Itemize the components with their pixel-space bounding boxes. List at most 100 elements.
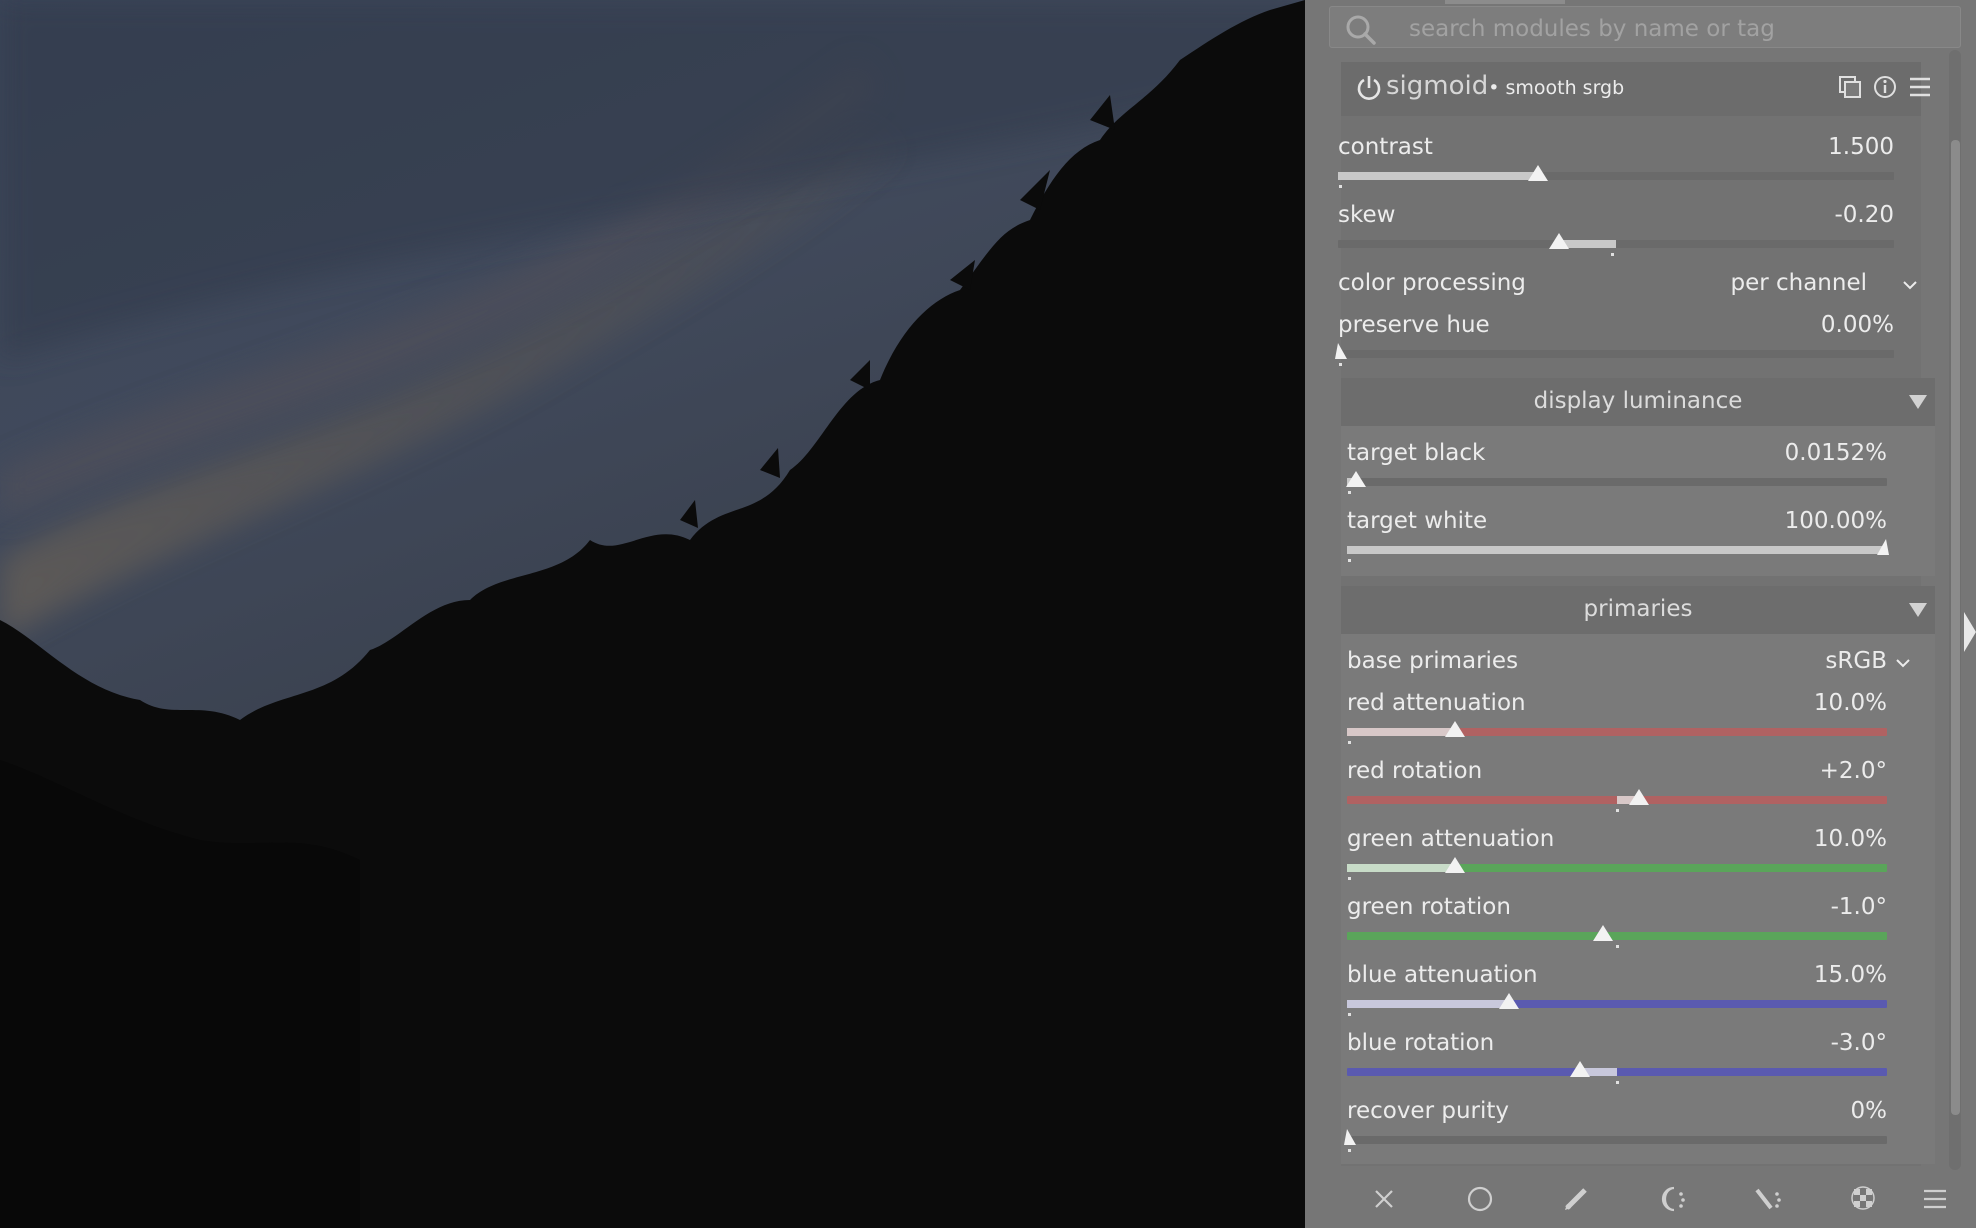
circle-icon[interactable] (1465, 1184, 1495, 1218)
green-rotation-default-tick (1616, 945, 1619, 948)
target-black-default-tick (1348, 491, 1351, 494)
preserve-hue-value[interactable]: 0.00% (1821, 312, 1894, 338)
color-processing-dropdown[interactable]: color processing per channel (1338, 270, 1894, 300)
skew-row[interactable]: skew -0.20 (1338, 202, 1894, 232)
skew-label: skew (1338, 202, 1396, 228)
contrast-value[interactable]: 1.500 (1828, 134, 1894, 160)
module-preset: • smooth srgb (1488, 77, 1625, 99)
checker-icon[interactable] (1849, 1184, 1879, 1218)
red-attenuation-label: red attenuation (1347, 690, 1526, 716)
preserve-hue-label: preserve hue (1338, 312, 1490, 338)
green-rotation-row[interactable]: green rotation -1.0° (1347, 894, 1887, 924)
target-white-slider[interactable] (1347, 546, 1887, 554)
primaries-title: primaries (1583, 596, 1693, 622)
green-rotation-slider-handle[interactable] (1593, 925, 1613, 941)
green-attenuation-default-tick (1348, 877, 1351, 880)
menu-icon[interactable] (1907, 74, 1933, 104)
color-processing-value[interactable]: per channel (1730, 270, 1867, 296)
image-preview[interactable] (0, 0, 1305, 1228)
moon-gear-icon[interactable] (1657, 1184, 1687, 1218)
blue-attenuation-label: blue attenuation (1347, 962, 1538, 988)
menu-icon[interactable] (1920, 1184, 1950, 1218)
chevron-down-icon[interactable] (1895, 654, 1911, 673)
close-icon[interactable] (1369, 1184, 1399, 1218)
target-black-row[interactable]: target black 0.0152% (1347, 440, 1887, 470)
pencil-icon[interactable] (1561, 1184, 1591, 1218)
blue-rotation-default-tick (1616, 1081, 1619, 1084)
skew-slider[interactable] (1338, 240, 1894, 248)
blue-rotation-slider-handle[interactable] (1570, 1061, 1590, 1077)
base-primaries-value[interactable]: sRGB (1825, 648, 1887, 674)
expand-panel-arrow-icon[interactable] (1964, 612, 1976, 652)
red-attenuation-value[interactable]: 10.0% (1814, 690, 1887, 716)
skew-slider-handle[interactable] (1549, 233, 1569, 249)
skew-default-tick (1611, 253, 1614, 256)
red-rotation-slider[interactable] (1347, 796, 1887, 804)
base-primaries-label: base primaries (1347, 648, 1519, 674)
info-icon[interactable] (1872, 74, 1898, 104)
recover-purity-value[interactable]: 0% (1851, 1098, 1888, 1124)
primaries-section-header[interactable]: primaries (1341, 586, 1935, 634)
red-attenuation-slider[interactable] (1347, 728, 1887, 736)
red-rotation-slider-handle[interactable] (1629, 789, 1649, 805)
red-attenuation-row[interactable]: red attenuation 10.0% (1347, 690, 1887, 720)
green-rotation-slider[interactable] (1347, 932, 1887, 940)
module-header[interactable]: sigmoid• smooth srgb (1341, 62, 1930, 116)
recover-purity-slider[interactable] (1347, 1136, 1887, 1144)
search-input[interactable]: search modules by name or tag (1409, 16, 1775, 42)
module-name: sigmoid (1386, 71, 1489, 101)
target-black-value[interactable]: 0.0152% (1785, 440, 1887, 466)
blue-attenuation-value[interactable]: 15.0% (1814, 962, 1887, 988)
red-rotation-value[interactable]: +2.0° (1820, 758, 1887, 784)
blue-attenuation-slider[interactable] (1347, 1000, 1887, 1008)
blue-attenuation-slider-fill (1347, 1000, 1509, 1008)
green-attenuation-slider-handle[interactable] (1445, 857, 1465, 873)
base-primaries-dropdown[interactable]: base primaries sRGB (1347, 648, 1887, 678)
scrollbar-thumb[interactable] (1951, 140, 1960, 1115)
green-attenuation-row[interactable]: green attenuation 10.0% (1347, 826, 1887, 856)
target-white-row[interactable]: target white 100.00% (1347, 508, 1887, 538)
green-rotation-value[interactable]: -1.0° (1831, 894, 1887, 920)
recover-purity-row[interactable]: recover purity 0% (1347, 1098, 1887, 1128)
contrast-slider-handle[interactable] (1528, 165, 1548, 181)
contrast-slider[interactable] (1338, 172, 1894, 180)
panel-tab-indicator[interactable] (1445, 0, 1565, 4)
photo-canvas (0, 0, 1305, 1228)
green-attenuation-label: green attenuation (1347, 826, 1555, 852)
preserve-hue-row[interactable]: preserve hue 0.00% (1338, 312, 1894, 342)
power-icon[interactable] (1355, 74, 1383, 106)
contrast-row[interactable]: contrast 1.500 (1338, 134, 1894, 164)
green-attenuation-slider-fill (1347, 864, 1455, 872)
contrast-slider-fill (1338, 172, 1538, 180)
chevron-down-icon[interactable] (1902, 276, 1918, 295)
green-attenuation-slider[interactable] (1347, 864, 1887, 872)
contrast-label: contrast (1338, 134, 1433, 160)
target-white-default-tick (1348, 559, 1351, 562)
blue-attenuation-row[interactable]: blue attenuation 15.0% (1347, 962, 1887, 992)
presets-icon[interactable] (1837, 74, 1863, 104)
blue-rotation-value[interactable]: -3.0° (1831, 1030, 1887, 1056)
green-attenuation-value[interactable]: 10.0% (1814, 826, 1887, 852)
red-rotation-label: red rotation (1347, 758, 1483, 784)
collapse-triangle-icon[interactable] (1909, 395, 1927, 409)
module-panel: search modules by name or tag sigmoid• s… (1305, 0, 1976, 1228)
search-box[interactable]: search modules by name or tag (1329, 6, 1961, 48)
recover-purity-slider-handle[interactable] (1344, 1129, 1356, 1145)
target-black-slider[interactable] (1347, 478, 1887, 486)
color-processing-label: color processing (1338, 270, 1526, 296)
blue-rotation-row[interactable]: blue rotation -3.0° (1347, 1030, 1887, 1060)
display-luminance-section-header[interactable]: display luminance (1341, 378, 1935, 426)
collapse-triangle-icon[interactable] (1909, 603, 1927, 617)
target-white-value[interactable]: 100.00% (1785, 508, 1887, 534)
preserve-hue-slider[interactable] (1338, 350, 1894, 358)
brush-gear-icon[interactable] (1753, 1184, 1783, 1218)
blue-rotation-slider[interactable] (1347, 1068, 1887, 1076)
red-attenuation-slider-handle[interactable] (1445, 721, 1465, 737)
blue-attenuation-slider-handle[interactable] (1499, 993, 1519, 1009)
target-white-slider-handle[interactable] (1877, 539, 1889, 555)
target-black-slider-handle[interactable] (1346, 471, 1366, 487)
red-rotation-row[interactable]: red rotation +2.0° (1347, 758, 1887, 788)
target-black-label: target black (1347, 440, 1486, 466)
preserve-hue-slider-handle[interactable] (1335, 343, 1347, 359)
skew-value[interactable]: -0.20 (1834, 202, 1894, 228)
